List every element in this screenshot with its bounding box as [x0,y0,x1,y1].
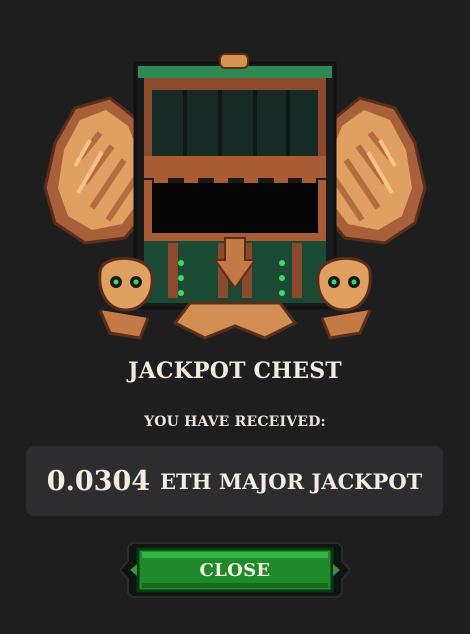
left-skull [98,256,154,340]
close-button-label[interactable]: CLOSE [120,539,350,601]
modal-title: JACKPOT CHEST [128,358,342,384]
right-skull [316,256,372,340]
close-button[interactable]: CLOSE [120,539,350,601]
reward-label: ETH MAJOR JACKPOT [160,468,423,494]
jackpot-modal: JACKPOT CHEST YOU HAVE RECEIVED: 0.0304 … [0,0,470,634]
reward-panel: 0.0304 ETH MAJOR JACKPOT [26,446,443,516]
received-heading: YOU HAVE RECEIVED: [144,414,326,430]
reward-amount: 0.0304 [46,465,151,497]
chest-body [133,53,337,314]
winged-jackpot-chest-icon [43,53,427,340]
